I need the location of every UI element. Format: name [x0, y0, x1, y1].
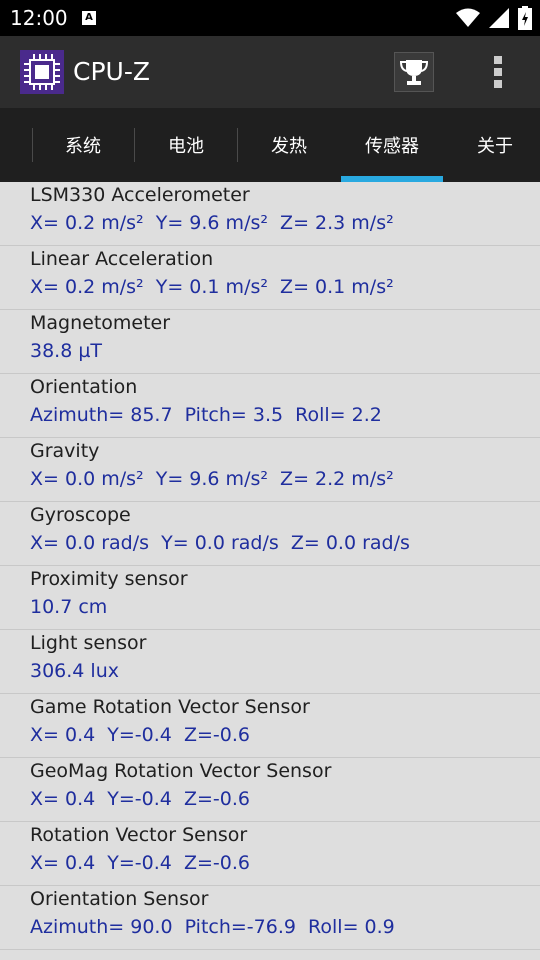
signal-icon [489, 8, 509, 28]
tab-system[interactable]: 系统 [33, 108, 133, 182]
list-item: Orientation Sensor Azimuth= 90.0 Pitch=-… [0, 886, 540, 950]
tab-thermal[interactable]: 发热 [238, 108, 340, 182]
tab-sensors[interactable]: 传感器 [341, 108, 443, 182]
app-bar: CPU-Z [0, 36, 540, 108]
wifi-icon [456, 8, 480, 27]
sensor-value: 38.8 µT [30, 340, 103, 362]
trophy-button[interactable] [394, 52, 434, 92]
sensor-value: Azimuth= 90.0 Pitch=-76.9 Roll= 0.9 [30, 916, 395, 938]
sensor-name: Gravity [30, 440, 100, 462]
overflow-menu-icon [494, 56, 502, 88]
tab-bar: 系统 电池 发热 传感器 关于 [0, 108, 540, 182]
sensor-name: Orientation Sensor [30, 888, 209, 910]
sensor-name: Proximity sensor [30, 568, 188, 590]
sensor-value: X= 0.2 m/s² Y= 0.1 m/s² Z= 0.1 m/s² [30, 276, 394, 298]
sensor-name: Linear Acceleration [30, 248, 214, 270]
list-item: LSM330 Accelerometer X= 0.2 m/s² Y= 9.6 … [0, 182, 540, 246]
list-item: Rotation Vector Sensor X= 0.4 Y=-0.4 Z=-… [0, 822, 540, 886]
app-title: CPU-Z [73, 57, 150, 86]
list-item: Magnetometer 38.8 µT [0, 310, 540, 374]
list-item: Gyroscope X= 0.0 rad/s Y= 0.0 rad/s Z= 0… [0, 502, 540, 566]
list-item: Linear Acceleration X= 0.2 m/s² Y= 0.1 m… [0, 246, 540, 310]
status-time: 12:00 [10, 6, 68, 30]
sensor-name: Light sensor [30, 632, 147, 654]
list-item: Gravity X= 0.0 m/s² Y= 9.6 m/s² Z= 2.2 m… [0, 438, 540, 502]
trophy-icon [399, 60, 429, 85]
list-item: GeoMag Rotation Vector Sensor X= 0.4 Y=-… [0, 758, 540, 822]
sensor-name: GeoMag Rotation Vector Sensor [30, 760, 332, 782]
tab-about[interactable]: 关于 [445, 108, 540, 182]
sensor-value: X= 0.0 rad/s Y= 0.0 rad/s Z= 0.0 rad/s [30, 532, 410, 554]
cpu-chip-icon [20, 50, 64, 94]
battery-icon [518, 6, 532, 30]
list-item: Light sensor 306.4 lux [0, 630, 540, 694]
sensor-value: 306.4 lux [30, 660, 119, 682]
sensor-list[interactable]: LSM330 Accelerometer X= 0.2 m/s² Y= 9.6 … [0, 182, 540, 960]
tab-battery[interactable]: 电池 [135, 108, 237, 182]
sensor-value: X= 0.4 Y=-0.4 Z=-0.6 [30, 788, 250, 810]
notification-icon: A [82, 11, 96, 25]
list-item: Proximity sensor 10.7 cm [0, 566, 540, 630]
status-bar: 12:00 A [0, 0, 540, 36]
sensor-name: Orientation [30, 376, 138, 398]
sensor-name: Rotation Vector Sensor [30, 824, 248, 846]
sensor-value: X= 0.4 Y=-0.4 Z=-0.6 [30, 852, 250, 874]
list-item: Orientation Azimuth= 85.7 Pitch= 3.5 Rol… [0, 374, 540, 438]
sensor-name: LSM330 Accelerometer [30, 184, 250, 206]
status-icons [456, 6, 532, 30]
overflow-menu-button[interactable] [486, 54, 510, 90]
list-item: Game Rotation Vector Sensor X= 0.4 Y=-0.… [0, 694, 540, 758]
sensor-value: X= 0.4 Y=-0.4 Z=-0.6 [30, 724, 250, 746]
sensor-name: Game Rotation Vector Sensor [30, 696, 310, 718]
sensor-name: Gyroscope [30, 504, 131, 526]
sensor-value: Azimuth= 85.7 Pitch= 3.5 Roll= 2.2 [30, 404, 382, 426]
sensor-value: 10.7 cm [30, 596, 108, 618]
sensor-name: Magnetometer [30, 312, 171, 334]
sensor-value: X= 0.0 m/s² Y= 9.6 m/s² Z= 2.2 m/s² [30, 468, 394, 490]
sensor-value: X= 0.2 m/s² Y= 9.6 m/s² Z= 2.3 m/s² [30, 212, 394, 234]
